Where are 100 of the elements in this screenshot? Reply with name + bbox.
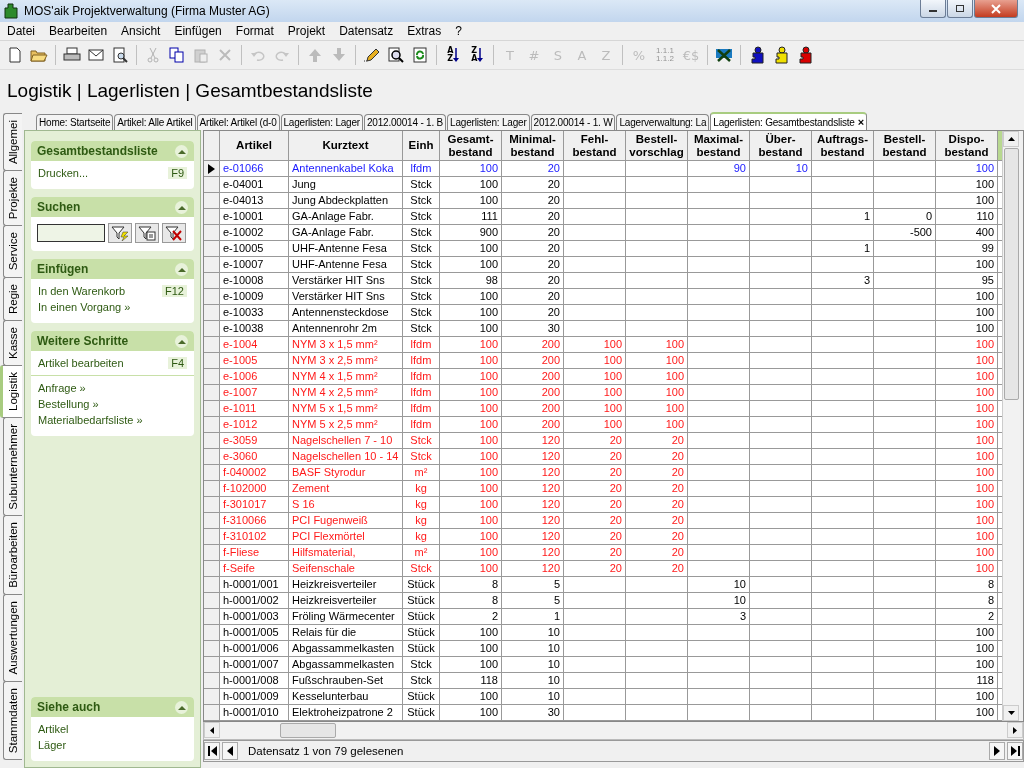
next-record-button[interactable] <box>989 742 1005 760</box>
row-selector[interactable] <box>204 689 220 704</box>
row-selector[interactable] <box>204 449 220 464</box>
column-header[interactable]: Artikel <box>220 131 289 160</box>
side-tab[interactable]: Auswertungen <box>3 594 22 682</box>
collapse-button[interactable] <box>175 200 188 214</box>
scroll-thumb[interactable] <box>280 723 336 738</box>
task-link[interactable]: Bestellung » <box>38 398 99 410</box>
task-link[interactable]: In einen Vorgang » <box>38 301 131 313</box>
row-selector[interactable] <box>204 417 220 432</box>
row-selector[interactable] <box>204 321 220 336</box>
row-pointer-icon[interactable] <box>204 161 220 176</box>
row-selector[interactable] <box>204 593 220 608</box>
document-tab[interactable]: 2012.00014 - 1. B <box>363 114 447 130</box>
row-selector[interactable] <box>204 641 220 656</box>
vertical-scrollbar[interactable] <box>1002 131 1020 721</box>
row-selector[interactable] <box>204 305 220 320</box>
menu-item[interactable]: Bearbeiten <box>42 24 115 38</box>
row-selector[interactable] <box>204 353 220 368</box>
column-header[interactable]: Minimal- bestand <box>502 131 564 160</box>
task-link[interactable]: Artikel bearbeiten <box>38 357 124 369</box>
row-selector[interactable] <box>204 193 220 208</box>
minimize-button[interactable] <box>920 0 946 18</box>
row-selector[interactable] <box>204 577 220 592</box>
side-tab[interactable]: Stammdaten <box>3 680 22 760</box>
column-header[interactable]: Auftrags- bestand <box>812 131 874 160</box>
row-selector[interactable] <box>204 433 220 448</box>
document-tab[interactable]: Artikel: Artikel (d-0 <box>196 114 280 130</box>
collapse-button[interactable] <box>175 334 188 348</box>
menu-item[interactable]: Ansicht <box>114 24 168 38</box>
column-header[interactable]: Einh <box>403 131 440 160</box>
row-selector[interactable] <box>204 625 220 640</box>
column-header[interactable]: Bestell- vorschlag <box>626 131 688 160</box>
row-selector[interactable] <box>204 257 220 272</box>
side-tab[interactable]: Allgemei <box>3 113 22 172</box>
side-tab[interactable]: Logistik <box>0 364 22 418</box>
collapse-button[interactable] <box>175 700 188 714</box>
column-header[interactable]: Maximal- bestand <box>688 131 750 160</box>
collapse-button[interactable] <box>175 144 188 158</box>
scroll-down-icon[interactable] <box>1007 711 1015 715</box>
task-link[interactable]: Artikel <box>38 723 69 735</box>
row-selector[interactable] <box>204 385 220 400</box>
row-selector[interactable] <box>204 369 220 384</box>
first-record-button[interactable] <box>204 742 220 760</box>
menu-item[interactable]: Projekt <box>280 24 333 38</box>
row-selector[interactable] <box>204 609 220 624</box>
row-selector[interactable] <box>204 673 220 688</box>
sort-button[interactable]: ZA <box>466 44 488 66</box>
row-selector[interactable] <box>204 529 220 544</box>
row-selector[interactable] <box>204 337 220 352</box>
row-selector[interactable] <box>204 513 220 528</box>
row-selector[interactable] <box>204 545 220 560</box>
task-link[interactable]: Drucken... <box>38 167 89 179</box>
scroll-left-icon[interactable] <box>210 726 214 734</box>
document-tab[interactable]: 2012.00014 - 1. W <box>530 114 616 130</box>
clear-filter-icon[interactable] <box>162 223 186 243</box>
document-tab[interactable]: Lagerlisten: Lager <box>280 114 363 130</box>
sort-button[interactable]: AZ <box>442 44 464 66</box>
row-selector[interactable] <box>204 481 220 496</box>
scroll-thumb[interactable] <box>1004 148 1019 400</box>
side-tab[interactable]: Büroarbeiten <box>3 515 22 596</box>
close-button[interactable] <box>974 0 1018 18</box>
menu-item[interactable]: Datensatz <box>332 24 401 38</box>
row-selector[interactable] <box>204 273 220 288</box>
previous-record-button[interactable] <box>222 742 238 760</box>
row-selector[interactable] <box>204 705 220 720</box>
maximize-button[interactable] <box>947 0 973 18</box>
task-link[interactable]: Anfrage » <box>38 382 86 394</box>
row-selector[interactable] <box>204 241 220 256</box>
column-header[interactable]: Fehl- bestand <box>564 131 626 160</box>
document-tab[interactable]: Lagerlisten: Lager <box>447 114 530 130</box>
last-record-button[interactable] <box>1007 742 1023 760</box>
side-tab[interactable]: Projekte <box>3 170 22 227</box>
column-header[interactable]: Bestell- bestand <box>874 131 936 160</box>
side-tab[interactable]: Regie <box>3 276 22 321</box>
column-header[interactable]: Kurztext <box>289 131 403 160</box>
row-selector[interactable] <box>204 289 220 304</box>
close-tab-button[interactable]: × <box>857 116 865 128</box>
document-tab[interactable]: Lagerlisten: Gesamtbestandsliste × <box>710 112 868 130</box>
row-selector[interactable] <box>204 209 220 224</box>
scroll-right-icon[interactable] <box>1013 726 1017 734</box>
scroll-up-icon[interactable] <box>1007 137 1015 141</box>
filter-list-icon[interactable] <box>135 223 159 243</box>
menu-item[interactable]: Einfügen <box>167 24 229 38</box>
document-tab[interactable]: Home: Startseite <box>36 114 114 130</box>
menu-item[interactable]: Extras <box>400 24 449 38</box>
menu-item[interactable]: ? <box>448 24 469 38</box>
task-link[interactable]: Materialbedarfsliste » <box>38 414 143 426</box>
search-field[interactable] <box>37 224 105 242</box>
column-header[interactable]: Über- bestand <box>750 131 812 160</box>
row-selector[interactable] <box>204 401 220 416</box>
horizontal-scrollbar[interactable] <box>203 722 1024 740</box>
filter-icon[interactable] <box>108 223 132 243</box>
collapse-button[interactable] <box>175 262 188 276</box>
task-link[interactable]: Läger <box>38 739 67 751</box>
side-tab[interactable]: Kasse <box>3 319 22 366</box>
row-selector[interactable] <box>204 225 220 240</box>
document-tab[interactable]: Artikel: Alle Artikel <box>114 114 196 130</box>
side-tab[interactable]: Subunternehmer <box>3 416 22 517</box>
row-selector[interactable] <box>204 657 220 672</box>
